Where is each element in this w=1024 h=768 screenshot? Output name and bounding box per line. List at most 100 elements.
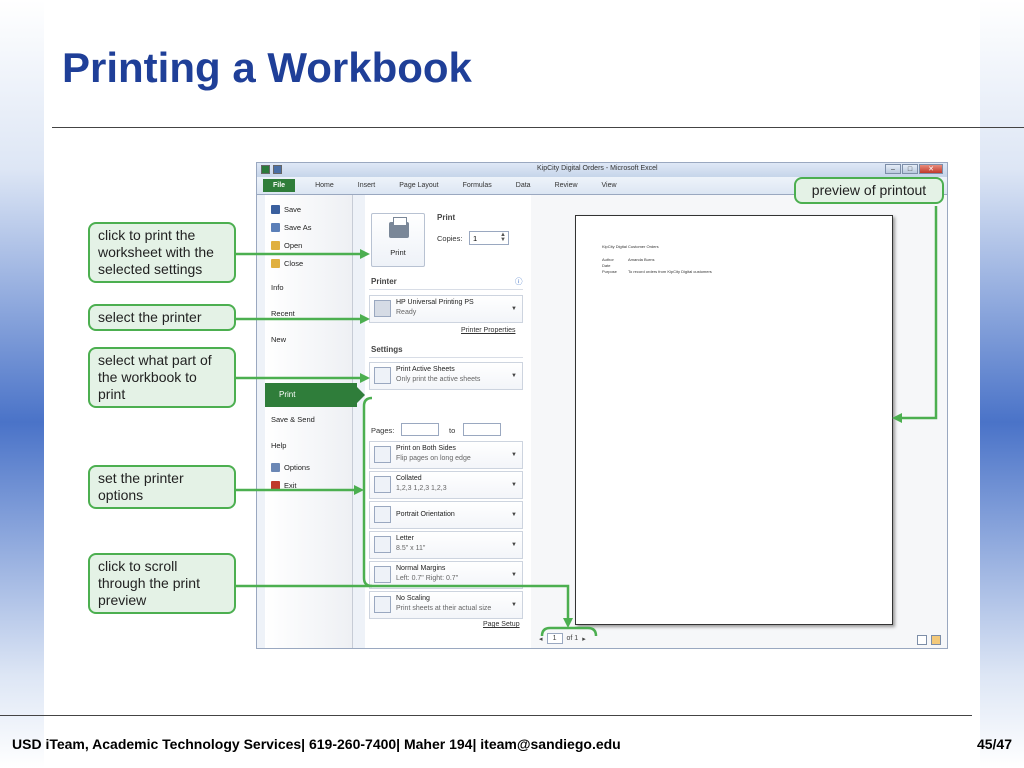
backstage-open[interactable]: Open bbox=[271, 241, 302, 250]
preview-sheet-title: KipCity Digital Customer Orders bbox=[602, 244, 659, 249]
chevron-down-icon: ▼ bbox=[511, 306, 517, 313]
printer-device-icon bbox=[374, 300, 391, 317]
slide-number: 45/47 bbox=[976, 736, 1012, 752]
chevron-down-icon: ▼ bbox=[511, 373, 517, 380]
sheets-icon bbox=[374, 367, 391, 384]
print-button[interactable]: Print bbox=[371, 213, 425, 267]
print-heading: Print bbox=[437, 213, 456, 222]
printer-properties-link[interactable]: Printer Properties bbox=[461, 327, 515, 334]
backstage-options[interactable]: Options bbox=[271, 463, 310, 472]
copies-input[interactable]: 1 ▲ ▼ bbox=[469, 231, 509, 245]
zoom-to-page-icon[interactable] bbox=[931, 635, 941, 645]
tab-data[interactable]: Data bbox=[516, 182, 531, 189]
callout-select-printer: select the printer bbox=[88, 304, 236, 331]
backstage-info[interactable]: Info bbox=[271, 283, 284, 292]
scaling-icon bbox=[374, 596, 391, 613]
current-page-input[interactable]: 1 bbox=[546, 633, 563, 644]
excel-window: KipCity Digital Orders - Microsoft Excel… bbox=[256, 162, 948, 649]
printer-dropdown[interactable]: HP Universal Printing PS Ready ▼ bbox=[369, 295, 523, 323]
chevron-down-icon: ▼ bbox=[511, 512, 517, 519]
print-settings-panel: Print Print Copies: 1 ▲ ▼ Printer ⓘ HP Uni… bbox=[365, 195, 531, 648]
tab-formulas[interactable]: Formulas bbox=[463, 182, 492, 189]
quick-save-icon[interactable] bbox=[273, 165, 282, 174]
page-setup-link[interactable]: Page Setup bbox=[483, 621, 520, 628]
callout-printer-options: set the printer options bbox=[88, 465, 236, 509]
chevron-down-icon: ▼ bbox=[511, 482, 517, 489]
options-icon bbox=[271, 463, 280, 472]
close-window-button[interactable]: ✕ bbox=[919, 164, 943, 174]
save-icon bbox=[271, 205, 280, 214]
slide-title: Printing a Workbook bbox=[62, 44, 472, 91]
divider bbox=[369, 357, 523, 358]
preview-author-label: Author bbox=[602, 257, 614, 262]
page-count: of 1 bbox=[566, 635, 579, 642]
exit-icon bbox=[271, 481, 280, 490]
copies-spinner-icon[interactable]: ▲ ▼ bbox=[500, 232, 506, 243]
copies-label: Copies: bbox=[437, 234, 463, 243]
paper-size-dropdown[interactable]: Letter 8.5" x 11" ▼ bbox=[369, 531, 523, 559]
preview-page: KipCity Digital Customer Orders Author A… bbox=[575, 215, 893, 625]
next-page-icon[interactable]: ▸ bbox=[582, 635, 586, 643]
footer-divider bbox=[0, 715, 972, 716]
title-bar: KipCity Digital Orders - Microsoft Excel… bbox=[257, 163, 947, 177]
callout-print-what: select what part of the workbook to prin… bbox=[88, 347, 236, 408]
info-icon[interactable]: ⓘ bbox=[515, 276, 523, 287]
callout-preview-printout: preview of printout bbox=[794, 177, 944, 204]
pages-from-input[interactable] bbox=[401, 423, 439, 436]
portrait-icon bbox=[374, 506, 391, 523]
divider bbox=[369, 289, 523, 290]
right-decorative-band bbox=[980, 0, 1024, 768]
backstage-new[interactable]: New bbox=[271, 335, 286, 344]
chevron-down-icon: ▼ bbox=[511, 452, 517, 459]
folder-close-icon bbox=[271, 259, 280, 268]
backstage-print[interactable]: Print bbox=[265, 383, 365, 407]
excel-app-icon[interactable] bbox=[261, 165, 270, 174]
maximize-button[interactable]: □ bbox=[902, 164, 918, 174]
preview-date-label: Date bbox=[602, 263, 611, 268]
backstage-help[interactable]: Help bbox=[271, 441, 286, 450]
paper-icon bbox=[374, 536, 391, 553]
show-margins-icon[interactable] bbox=[917, 635, 927, 645]
backstage-save[interactable]: Save bbox=[271, 205, 301, 214]
backstage-close[interactable]: Close bbox=[271, 259, 303, 268]
left-decorative-band bbox=[0, 0, 44, 768]
settings-heading: Settings bbox=[371, 345, 403, 354]
sides-dropdown[interactable]: Print on Both Sides Flip pages on long e… bbox=[369, 441, 523, 469]
printer-heading: Printer bbox=[371, 277, 397, 286]
chevron-down-icon: ▼ bbox=[511, 602, 517, 609]
collate-icon bbox=[374, 476, 391, 493]
previous-page-icon[interactable]: ◂ bbox=[539, 635, 543, 643]
margins-dropdown[interactable]: Normal Margins Left: 0.7" Right: 0.7" ▼ bbox=[369, 561, 523, 589]
scaling-dropdown[interactable]: No Scaling Print sheets at their actual … bbox=[369, 591, 523, 619]
folder-open-icon bbox=[271, 241, 280, 250]
chevron-down-icon: ▼ bbox=[511, 542, 517, 549]
preview-purpose-label: Purpose bbox=[602, 269, 617, 274]
callout-print-button: click to print the worksheet with the se… bbox=[88, 222, 236, 283]
print-what-dropdown[interactable]: Print Active Sheets Only print the activ… bbox=[369, 362, 523, 390]
title-divider bbox=[52, 127, 1024, 128]
chevron-down-icon: ▼ bbox=[511, 572, 517, 579]
duplex-icon bbox=[374, 446, 391, 463]
backstage-exit[interactable]: Exit bbox=[271, 481, 297, 490]
pages-to-input[interactable] bbox=[463, 423, 501, 436]
preview-purpose-value: To record orders from KipCity Digital cu… bbox=[628, 269, 712, 274]
collation-dropdown[interactable]: Collated 1,2,3 1,2,3 1,2,3 ▼ bbox=[369, 471, 523, 499]
tab-file[interactable]: File bbox=[263, 179, 296, 192]
pages-label: Pages: bbox=[371, 426, 395, 435]
orientation-dropdown[interactable]: Portrait Orientation ▼ bbox=[369, 501, 523, 529]
tab-insert[interactable]: Insert bbox=[358, 182, 376, 189]
tab-page-layout[interactable]: Page Layout bbox=[399, 182, 438, 189]
tab-home[interactable]: Home bbox=[315, 182, 334, 189]
printer-icon bbox=[389, 217, 409, 238]
tab-view[interactable]: View bbox=[602, 182, 617, 189]
backstage-save-as[interactable]: Save As bbox=[271, 223, 312, 232]
minimize-button[interactable]: – bbox=[885, 164, 901, 174]
backstage-save-send[interactable]: Save & Send bbox=[271, 415, 315, 424]
backstage-nav: Save Save As Open Close Info Recent New … bbox=[265, 195, 365, 648]
preview-author-value: Amanda Burns bbox=[628, 257, 655, 262]
callout-scroll-preview: click to scroll through the print previe… bbox=[88, 553, 236, 614]
backstage-recent[interactable]: Recent bbox=[271, 309, 295, 318]
tab-review[interactable]: Review bbox=[555, 182, 578, 189]
window-title: KipCity Digital Orders - Microsoft Excel bbox=[537, 165, 658, 172]
preview-page-nav: ◂ 1 of 1 ▸ bbox=[539, 633, 586, 644]
